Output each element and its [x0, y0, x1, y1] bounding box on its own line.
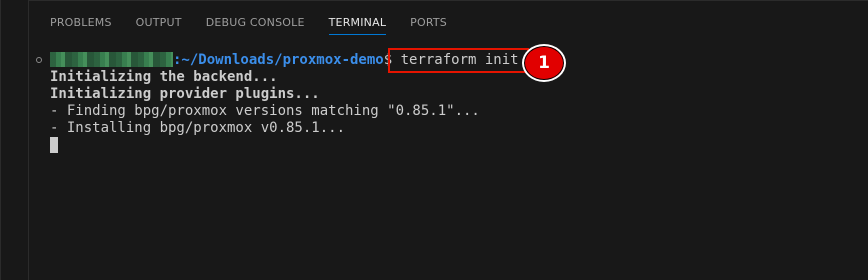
prompt-line: :~/Downloads/proxmox-demo$ terraform ini… — [50, 48, 868, 73]
terminal-panel: PROBLEMS OUTPUT DEBUG CONSOLE TERMINAL P… — [0, 0, 868, 280]
output-line: - Installing bpg/proxmox v0.85.1... — [50, 120, 346, 136]
panel-tabs: PROBLEMS OUTPUT DEBUG CONSOLE TERMINAL P… — [50, 16, 471, 36]
redacted-username — [50, 52, 173, 67]
highlighted-command: terraform init — [388, 48, 529, 73]
tab-ports[interactable]: PORTS — [410, 16, 447, 36]
command-decoration-icon[interactable] — [36, 57, 42, 63]
output-line: Initializing provider plugins... — [50, 86, 320, 102]
output-line: - Finding bpg/proxmox versions matching … — [50, 103, 480, 119]
tab-output[interactable]: OUTPUT — [136, 16, 182, 36]
tab-debug-console[interactable]: DEBUG CONSOLE — [206, 16, 305, 36]
tab-terminal[interactable]: TERMINAL — [328, 16, 387, 36]
cursor-line — [50, 137, 868, 154]
prompt-path: :~/Downloads/proxmox-demo — [173, 52, 384, 68]
step-badge: 1 — [522, 44, 566, 82]
terminal-output[interactable]: :~/Downloads/proxmox-demo$ terraform ini… — [50, 48, 868, 154]
activity-gutter — [1, 0, 29, 280]
prompt-symbol: $ — [383, 52, 393, 68]
terminal-cursor — [50, 137, 58, 153]
output-line: Initializing the backend... — [50, 69, 278, 85]
panel-top-border — [29, 0, 868, 8]
command-text: terraform init — [392, 52, 519, 68]
tab-problems[interactable]: PROBLEMS — [50, 16, 112, 36]
